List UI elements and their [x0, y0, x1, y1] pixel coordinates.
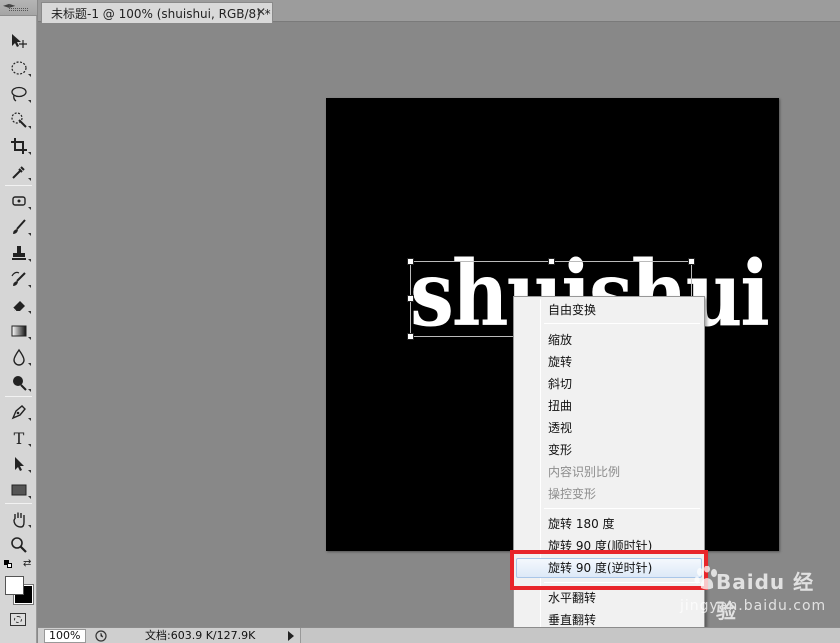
paw-logo-icon: [694, 566, 717, 590]
transform-handle[interactable]: [688, 258, 695, 265]
foreground-color-swatch[interactable]: [5, 576, 24, 595]
rectangle-tool-icon[interactable]: [6, 479, 32, 501]
document-tab-title: 未标题-1 @ 100% (shuishui, RGB/8) *: [51, 6, 271, 21]
brush-tool-icon[interactable]: [6, 216, 32, 238]
history-brush-tool-icon[interactable]: [6, 268, 32, 290]
menu-item-rotate-180[interactable]: 旋转 180 度: [516, 514, 702, 534]
menu-item-distort[interactable]: 扭曲: [516, 396, 702, 416]
crop-tool-icon[interactable]: [6, 135, 32, 157]
status-clock-icon[interactable]: [93, 629, 109, 643]
transform-handle[interactable]: [548, 258, 555, 265]
baidu-watermark: Baidu 经验 jingyan.baidu.com: [680, 566, 830, 626]
toolbox-grip[interactable]: ◄►: [0, 0, 37, 16]
blur-tool-icon[interactable]: [6, 346, 32, 368]
type-tool-glyph: T: [13, 428, 25, 448]
clone-stamp-tool-icon[interactable]: [6, 242, 32, 264]
default-colors-icon[interactable]: [4, 560, 12, 568]
status-bar-filler: [300, 628, 840, 643]
document-size-info: 文档:603.9 K/127.9K: [145, 629, 256, 642]
menu-item-skew[interactable]: 斜切: [516, 374, 702, 394]
menu-item-rotate[interactable]: 旋转: [516, 352, 702, 372]
zoom-level-field[interactable]: 100%: [44, 629, 86, 643]
spot-healing-tool-icon[interactable]: [6, 190, 32, 212]
document-tab[interactable]: 未标题-1 @ 100% (shuishui, RGB/8) * ✕: [41, 2, 273, 23]
transform-handle[interactable]: [407, 295, 414, 302]
menu-separator: [544, 508, 700, 509]
gradient-tool-icon[interactable]: [6, 320, 32, 342]
quick-selection-tool-icon[interactable]: [6, 109, 32, 131]
toolbox-separator: [5, 396, 32, 397]
lasso-tool-icon[interactable]: [6, 83, 32, 105]
menu-item-perspective[interactable]: 透视: [516, 418, 702, 438]
watermark-url: jingyan.baidu.com: [680, 598, 827, 614]
highlight-annotation-box: [510, 550, 708, 590]
eyedropper-tool-icon[interactable]: [6, 161, 32, 183]
menu-separator: [544, 323, 700, 324]
toolbox-separator: [5, 185, 32, 186]
eraser-tool-icon[interactable]: [6, 294, 32, 316]
menu-item-scale[interactable]: 缩放: [516, 330, 702, 350]
document-tab-bar: 未标题-1 @ 100% (shuishui, RGB/8) * ✕: [38, 0, 840, 23]
pen-tool-icon[interactable]: [6, 401, 32, 423]
toolbox-separator: [5, 503, 32, 504]
grip-dots: [9, 8, 28, 11]
status-bar: 100% 文档:603.9 K/127.9K: [38, 627, 840, 643]
watermark-brand: Baidu 经验: [716, 570, 815, 623]
dodge-tool-icon[interactable]: [6, 372, 32, 394]
type-tool-icon[interactable]: T: [6, 427, 32, 449]
zoom-tool-icon[interactable]: [6, 534, 32, 556]
transform-handle[interactable]: [407, 333, 414, 340]
path-selection-tool-icon[interactable]: [6, 453, 32, 475]
hand-tool-icon[interactable]: [6, 508, 32, 530]
swap-colors-icon[interactable]: ⇄: [23, 558, 31, 569]
quick-mask-icon[interactable]: [10, 613, 26, 626]
menu-item-warp[interactable]: 变形: [516, 440, 702, 460]
move-tool-icon[interactable]: [6, 30, 32, 52]
menu-item-puppet-warp: 操控变形: [548, 487, 597, 501]
menu-item-free-transform[interactable]: 自由变换: [516, 300, 702, 320]
close-icon[interactable]: ✕: [256, 5, 266, 19]
menu-item-flip-horizontal[interactable]: 水平翻转: [516, 588, 702, 608]
toolbox: ◄► T ⇄: [0, 0, 37, 643]
menu-item-content-aware-scale: 内容识别比例: [548, 465, 621, 479]
marquee-tool-icon[interactable]: [6, 57, 32, 79]
status-menu-arrow-icon[interactable]: [286, 630, 296, 642]
transform-handle[interactable]: [407, 258, 414, 265]
